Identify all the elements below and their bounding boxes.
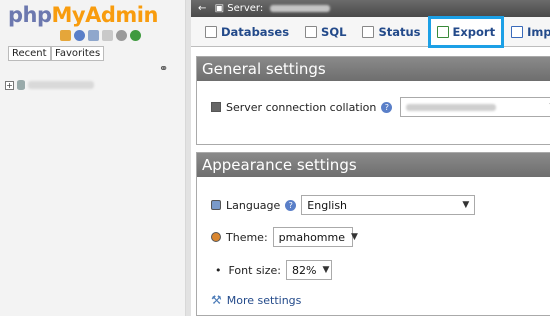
language-value: English [307, 198, 348, 212]
navigation-panel: phpMyAdmin Recent Favorites ⚭ + [0, 0, 186, 316]
chevron-down-icon: ▼ [462, 200, 470, 210]
server-label[interactable]: Server: [227, 3, 263, 14]
recent-button[interactable]: Recent [8, 46, 51, 61]
collation-select[interactable]: ▼ [400, 97, 550, 117]
fontsize-row: • Font size: 82% ▼ [215, 260, 332, 280]
fontsize-value: 82% [291, 263, 317, 277]
more-settings-link[interactable]: More settings [227, 294, 302, 307]
section-title: General settings [197, 57, 550, 81]
theme-value: pmahomme [278, 230, 345, 244]
gear-icon[interactable] [116, 30, 127, 41]
tab-label: Status [378, 24, 421, 39]
database-icon [17, 80, 25, 90]
collation-label: Server connection collation [226, 100, 377, 114]
collation-value-redacted [406, 103, 497, 111]
docs-icon[interactable] [88, 30, 99, 41]
logo-myadmin: MyAdmin [51, 3, 159, 27]
import-icon [511, 25, 524, 38]
theme-row: Theme: pmahomme ▼ [211, 227, 358, 247]
favorites-button[interactable]: Favorites [51, 46, 105, 61]
server-name-redacted [270, 4, 331, 12]
more-settings-row: ⚒ More settings [211, 293, 301, 307]
database-icon [205, 25, 217, 38]
home-icon[interactable] [60, 30, 71, 41]
section-title: Appearance settings [197, 153, 550, 177]
help-icon[interactable]: ? [381, 101, 393, 113]
nav-icon-bar [60, 30, 141, 41]
help-icon[interactable]: ? [285, 199, 297, 211]
tab-label: Import [527, 24, 550, 39]
tab-label: Databases [221, 24, 290, 39]
status-icon [362, 25, 375, 38]
language-icon [211, 200, 221, 210]
theme-select[interactable]: pmahomme ▼ [272, 227, 358, 247]
tab-label: SQL [321, 24, 347, 39]
fontsize-label: Font size: [228, 263, 281, 277]
theme-icon [211, 232, 221, 242]
logo-php: php [8, 3, 52, 27]
tab-export[interactable]: Export [427, 15, 505, 48]
main-panel: ← ▣ Server: Databases SQL Status Export … [191, 0, 550, 316]
language-row: Language ? English ▼ [211, 195, 476, 215]
tab-status[interactable]: Status [354, 17, 428, 47]
general-settings-section: General settings Server connection colla… [196, 56, 550, 145]
sql-icon [305, 25, 318, 38]
expand-icon[interactable]: + [5, 80, 14, 90]
tab-sql[interactable]: SQL [297, 17, 354, 47]
tab-import[interactable]: Import [503, 17, 550, 47]
collation-row: Server connection collation ? ▼ [211, 97, 550, 117]
reload-icon[interactable] [130, 30, 141, 41]
tab-databases[interactable]: Databases [197, 17, 297, 47]
chevron-down-icon: ▼ [351, 232, 358, 242]
arrow-left-icon[interactable]: ← [198, 0, 206, 17]
server-icon: ▣ [214, 3, 225, 14]
chevron-down-icon: ▼ [322, 265, 330, 275]
language-select[interactable]: English ▼ [301, 195, 476, 215]
database-name-redacted [28, 81, 94, 89]
export-icon [436, 25, 449, 38]
sql-docs-icon[interactable] [102, 30, 113, 41]
top-tabs: Databases SQL Status Export Import [191, 15, 550, 48]
language-label: Language [226, 198, 281, 212]
fontsize-select[interactable]: 82% ▼ [285, 260, 332, 280]
tab-label: Export [452, 24, 496, 39]
bullet-icon: • [215, 263, 222, 277]
logout-icon[interactable] [74, 30, 85, 41]
appearance-settings-section: Appearance settings Language ? English ▼… [196, 152, 550, 316]
link-icon[interactable]: ⚭ [159, 62, 168, 75]
wrench-icon: ⚒ [211, 293, 222, 307]
phpmyadmin-logo[interactable]: phpMyAdmin [8, 3, 158, 27]
breadcrumb-bar: ← ▣ Server: [191, 0, 550, 17]
collation-icon [211, 102, 221, 112]
theme-label: Theme: [226, 230, 268, 244]
database-tree-item[interactable]: + [5, 80, 94, 90]
